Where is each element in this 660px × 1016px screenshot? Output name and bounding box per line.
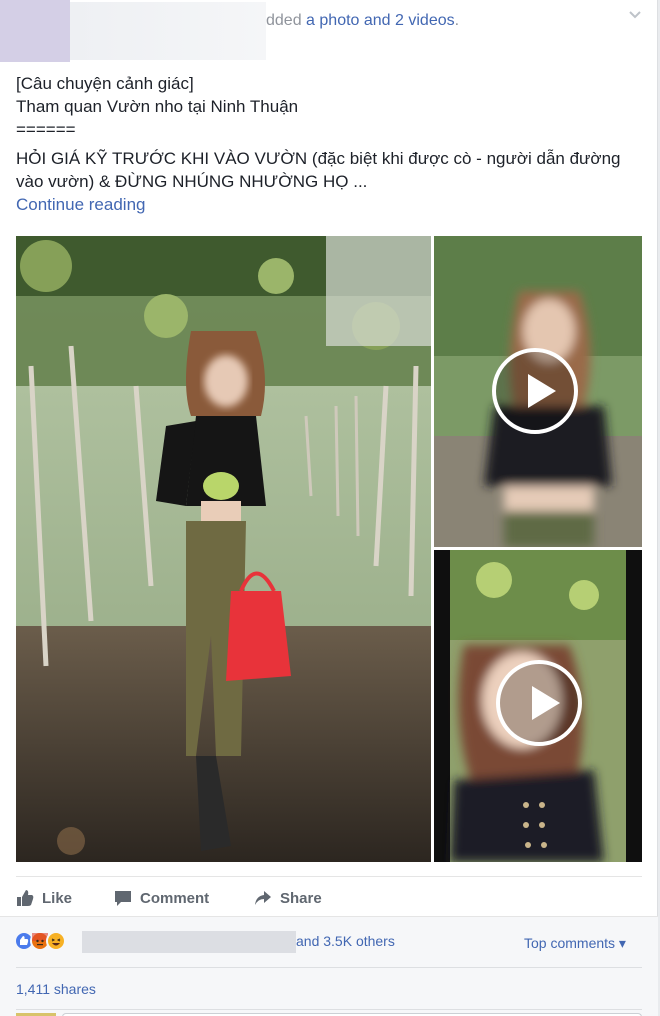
thumbs-up-icon (17, 890, 34, 906)
haha-reaction-icon[interactable] (46, 931, 66, 951)
media-grid (16, 236, 642, 862)
top-comments-dropdown[interactable]: Top comments ▾ (524, 935, 626, 952)
play-icon[interactable] (496, 660, 582, 746)
action-suffix: . (454, 12, 460, 29)
post-action-bar: Like Comment Share (16, 876, 642, 916)
continue-reading-link[interactable]: Continue reading (16, 193, 636, 216)
comment-button[interactable]: Comment (114, 887, 209, 909)
post-line-separator: ====== (16, 120, 76, 139)
reactions-count-link[interactable]: and 3.5K others (296, 933, 395, 949)
like-label: Like (42, 889, 73, 907)
divider (16, 967, 642, 968)
share-arrow-icon (255, 891, 271, 905)
post-action-text: dded a photo and 2 videos. (266, 12, 459, 30)
vineyard-photo-illustration (16, 236, 431, 862)
share-button[interactable]: Share (254, 887, 322, 909)
play-icon[interactable] (492, 348, 578, 434)
post-line-tag: [Câu chuyện cảnh giác] (16, 74, 194, 93)
share-label: Share (280, 889, 322, 907)
post-header: dded a photo and 2 videos. (0, 0, 658, 62)
chevron-down-icon[interactable] (628, 8, 642, 22)
feed-post: dded a photo and 2 videos. [Câu chuyện c… (0, 0, 658, 1016)
comment-icon (115, 891, 131, 906)
video-thumbnail-1[interactable] (434, 236, 642, 547)
reactors-names-blurred[interactable] (82, 931, 296, 953)
main-photo[interactable] (16, 236, 431, 862)
post-warning-text: HỎI GIÁ KỸ TRƯỚC KHI VÀO VƯỜN (đặc biệt … (16, 149, 621, 191)
comment-label: Comment (140, 889, 210, 907)
post-text: [Câu chuyện cảnh giác] Tham quan Vườn nh… (16, 72, 636, 216)
reactions-section: and 3.5K others Top comments ▾ 1,411 sha… (0, 916, 658, 1016)
action-link[interactable]: a photo and 2 videos (306, 12, 455, 29)
avatar[interactable] (0, 0, 70, 62)
video-thumbnail-2[interactable] (434, 550, 642, 862)
like-button[interactable]: Like (16, 887, 72, 909)
divider (16, 1009, 642, 1010)
shares-count-link[interactable]: 1,411 shares (16, 981, 96, 997)
action-prefix: dded (266, 12, 307, 29)
post-line-title: Tham quan Vườn nho tại Ninh Thuận (16, 97, 299, 116)
author-name-blurred[interactable] (70, 2, 266, 60)
